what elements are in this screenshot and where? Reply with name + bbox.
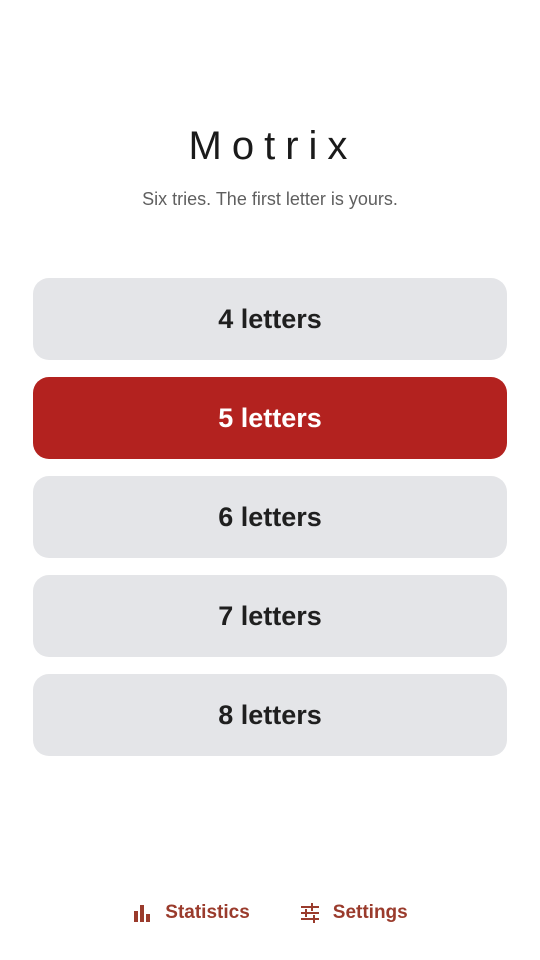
option-7-letters[interactable]: 7 letters — [33, 575, 507, 657]
app-screen: Motrix Six tries. The first letter is yo… — [0, 0, 540, 960]
settings-label: Settings — [332, 902, 408, 923]
option-8-letters[interactable]: 8 letters — [33, 674, 507, 756]
statistics-button[interactable]: Statistics — [132, 902, 250, 924]
footer-bar: Statistics Settings — [0, 902, 540, 924]
app-subtitle: Six tries. The first letter is yours. — [142, 189, 398, 209]
app-title: Motrix — [188, 124, 358, 168]
sliders-icon — [300, 903, 320, 923]
settings-button[interactable]: Settings — [300, 902, 408, 924]
word-length-options: 4 letters 5 letters 6 letters 7 letters … — [33, 278, 507, 773]
option-5-letters[interactable]: 5 letters — [33, 377, 507, 459]
option-6-letters[interactable]: 6 letters — [33, 476, 507, 558]
option-4-letters[interactable]: 4 letters — [33, 278, 507, 360]
statistics-label: Statistics — [165, 902, 250, 923]
bar-chart-icon — [132, 903, 152, 923]
